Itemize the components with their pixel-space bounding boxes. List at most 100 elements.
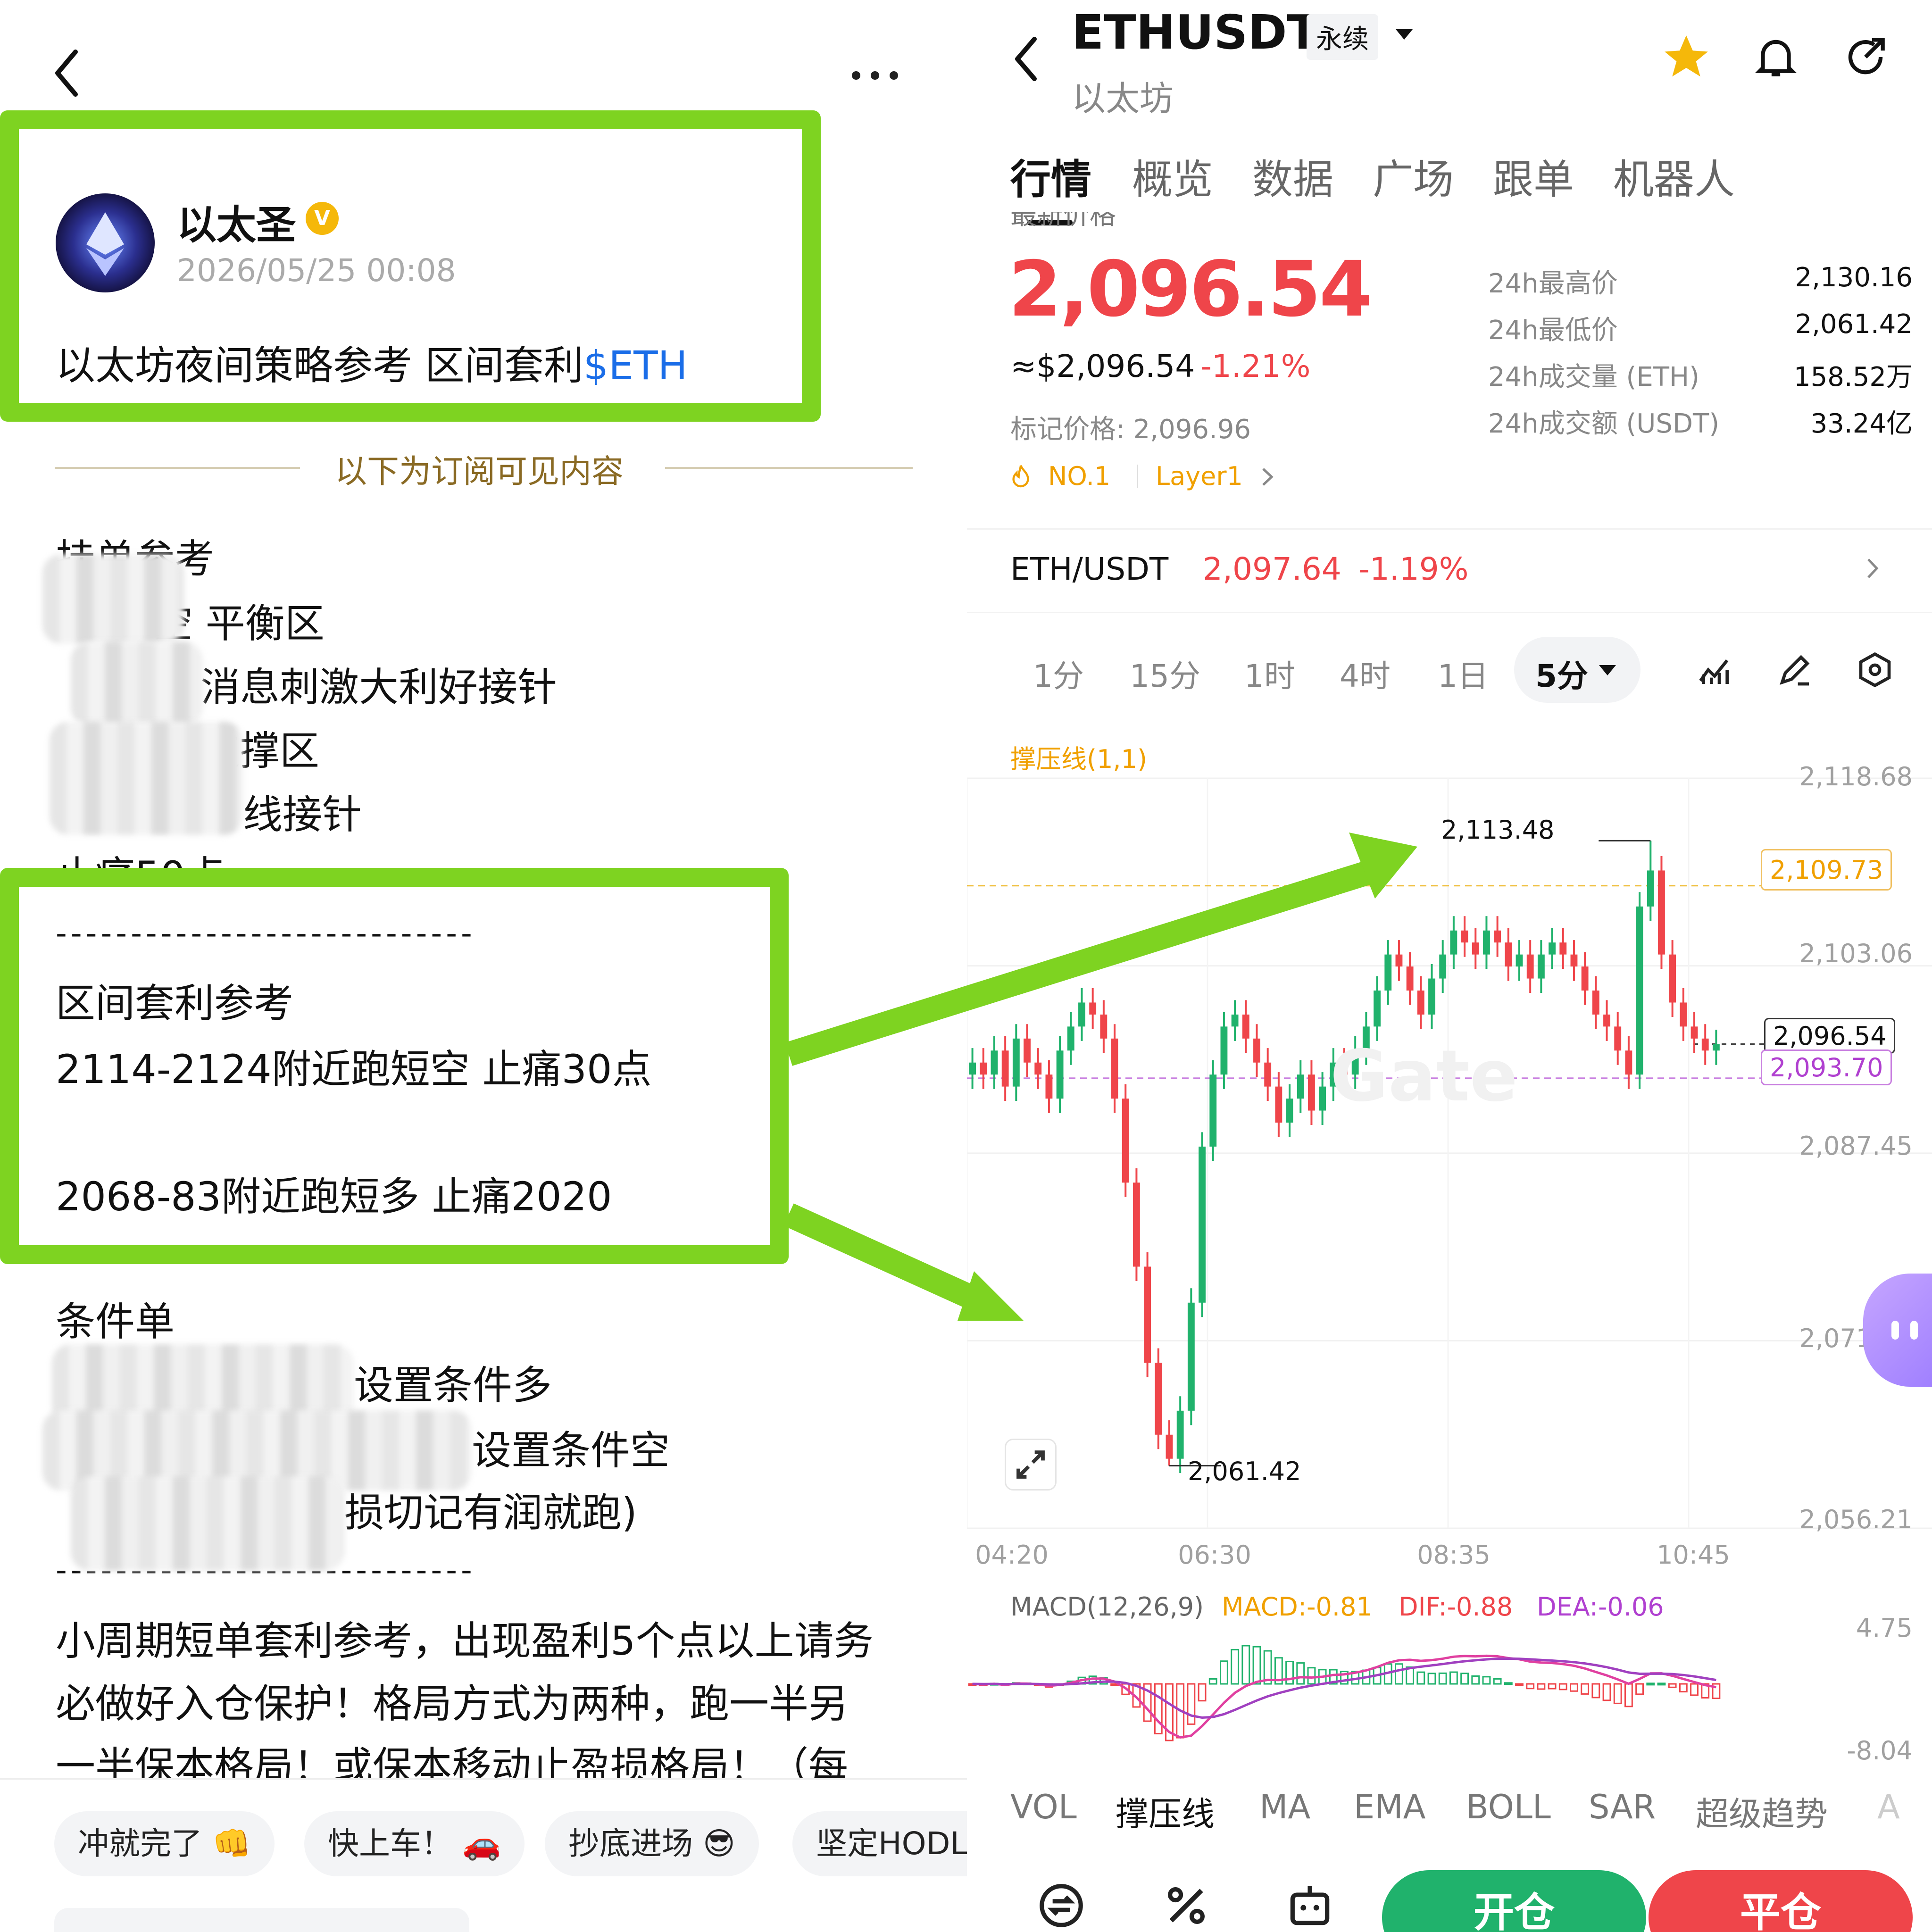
interval-1h[interactable]: 1时 <box>1244 651 1295 696</box>
candle-body <box>1669 954 1676 1003</box>
indicator-tab-sar[interactable]: SAR <box>1589 1788 1656 1826</box>
support-price-tag: 2,093.70 <box>1761 1049 1892 1085</box>
macd-bar <box>1438 1672 1447 1685</box>
open-position-button[interactable]: 开仓 <box>1382 1870 1646 1932</box>
macd-bar <box>1591 1683 1600 1699</box>
reaction-chip[interactable]: 坚定HODL <box>792 1811 967 1876</box>
rank-tag[interactable]: NO.1 <box>1048 461 1110 491</box>
symbol-title[interactable]: ETHUSDT <box>1072 5 1319 60</box>
tab-market[interactable]: 行情 <box>1010 146 1091 205</box>
usd-price: ≈$2,096.54 <box>1010 348 1195 384</box>
eth-ticker-link[interactable]: $ETH <box>583 342 688 389</box>
candle-body <box>1024 1038 1031 1063</box>
macd-bar <box>1220 1660 1228 1685</box>
macd-bar <box>1198 1683 1207 1702</box>
macd-bar <box>1635 1683 1644 1695</box>
candle-body <box>1494 930 1501 943</box>
candle-body <box>1395 954 1403 967</box>
candle-body <box>1374 990 1381 1027</box>
comment-input[interactable] <box>54 1908 469 1932</box>
percent-icon[interactable] <box>1160 1880 1212 1932</box>
last-price: 2,096.54 <box>1008 245 1372 334</box>
x-tick: 08:35 <box>1417 1540 1491 1570</box>
more-icon[interactable] <box>849 66 901 85</box>
change-pct: -1.21% <box>1200 348 1311 384</box>
bell-icon[interactable] <box>1750 31 1802 83</box>
macd-bar <box>1231 1649 1240 1685</box>
candle-body <box>1089 1002 1097 1015</box>
interval-1m[interactable]: 1分 <box>1033 651 1084 696</box>
macd-bar <box>1679 1683 1688 1693</box>
candle-body <box>1461 930 1468 943</box>
candle-body <box>1319 1086 1326 1111</box>
reaction-chip[interactable]: 冲就完了 👊 <box>54 1811 275 1876</box>
text-line: 条件单 <box>56 1299 175 1345</box>
macd-bar <box>1427 1673 1436 1685</box>
candle-body <box>1712 1044 1720 1051</box>
indicator-tab-ema[interactable]: EMA <box>1354 1788 1426 1826</box>
author-name[interactable]: 以太圣 <box>177 193 296 250</box>
macd-value: MACD:-0.81 <box>1222 1592 1373 1622</box>
caret-down-icon[interactable] <box>1598 664 1617 676</box>
dea-value: DEA:-0.06 <box>1537 1592 1664 1622</box>
candle-body <box>1199 1146 1206 1303</box>
tab-copy[interactable]: 跟单 <box>1493 146 1574 205</box>
candle-body <box>1045 1074 1053 1099</box>
y-tick: 2,103.06 <box>1799 939 1913 968</box>
chevron-right-icon[interactable] <box>1865 557 1880 580</box>
candle-body <box>980 1062 987 1075</box>
tab-bot[interactable]: 机器人 <box>1613 146 1735 205</box>
candle-body <box>1111 1038 1118 1099</box>
reaction-chip[interactable]: 快上车！ 🚗 <box>304 1811 525 1876</box>
candle-body <box>1297 1074 1304 1099</box>
expand-icon[interactable] <box>1005 1439 1057 1491</box>
indicator-tab-boll[interactable]: BOLL <box>1466 1788 1551 1826</box>
candle-body <box>1286 1099 1293 1123</box>
macd-bar <box>1624 1683 1633 1707</box>
reaction-chip[interactable]: 抄底进场 😎 <box>545 1811 759 1876</box>
back-icon[interactable] <box>1012 35 1040 83</box>
low-marker: 2,061.42 <box>1188 1457 1301 1486</box>
robot-icon[interactable] <box>1284 1880 1336 1932</box>
interval-1d[interactable]: 1日 <box>1438 651 1489 696</box>
macd-bar <box>1526 1683 1535 1690</box>
tab-data[interactable]: 数据 <box>1252 146 1333 205</box>
avatar[interactable] <box>56 193 155 292</box>
candle-body <box>1592 990 1599 1015</box>
settings-icon[interactable] <box>1856 651 1894 689</box>
back-icon[interactable] <box>52 47 80 99</box>
candle-body <box>991 1050 998 1075</box>
trade-icon[interactable] <box>1035 1880 1087 1932</box>
candle-body <box>1690 1026 1698 1039</box>
indicator-tab-ma[interactable]: MA <box>1259 1788 1310 1826</box>
indicator-tab-more[interactable]: A <box>1877 1788 1900 1826</box>
macd-bar <box>1471 1675 1480 1685</box>
indicator-icon[interactable] <box>1696 651 1733 689</box>
tab-overview[interactable]: 概览 <box>1132 146 1213 205</box>
candle-body <box>1275 1086 1282 1123</box>
share-icon[interactable] <box>1840 31 1891 83</box>
candle-body <box>1012 1038 1020 1087</box>
macd-bar <box>1416 1671 1425 1685</box>
star-icon[interactable] <box>1660 31 1712 83</box>
close-position-button[interactable]: 平仓 <box>1649 1870 1913 1932</box>
caret-down-icon[interactable] <box>1394 27 1415 42</box>
verified-badge-icon: V <box>306 202 339 235</box>
macd-bar <box>1395 1663 1403 1685</box>
text-line: 小周期短单套利参考，出现盈利5个点以上请务 <box>56 1618 874 1664</box>
indicator-tab-vol[interactable]: VOL <box>1010 1788 1077 1826</box>
tab-square[interactable]: 广场 <box>1373 146 1454 205</box>
category-tag[interactable]: Layer1 <box>1156 461 1243 491</box>
contract-type-badge[interactable]: 永续 <box>1307 14 1378 60</box>
interval-4h[interactable]: 4时 <box>1340 651 1391 696</box>
interval-5m[interactable]: 5分 <box>1535 651 1588 696</box>
interval-15m[interactable]: 15分 <box>1130 651 1200 696</box>
stat-label: 24h最低价 <box>1488 315 1618 346</box>
draw-icon[interactable] <box>1776 651 1814 689</box>
y-tick: 2,118.68 <box>1799 762 1913 791</box>
chevron-right-icon[interactable] <box>1260 466 1274 488</box>
stat-label: 24h成交量 (ETH) <box>1488 362 1699 392</box>
indicator-tab-supertrend[interactable]: 超级趋势 <box>1696 1788 1828 1835</box>
indicator-tab-sr[interactable]: 撑压线 <box>1116 1788 1215 1835</box>
candle-body <box>1056 1050 1064 1099</box>
